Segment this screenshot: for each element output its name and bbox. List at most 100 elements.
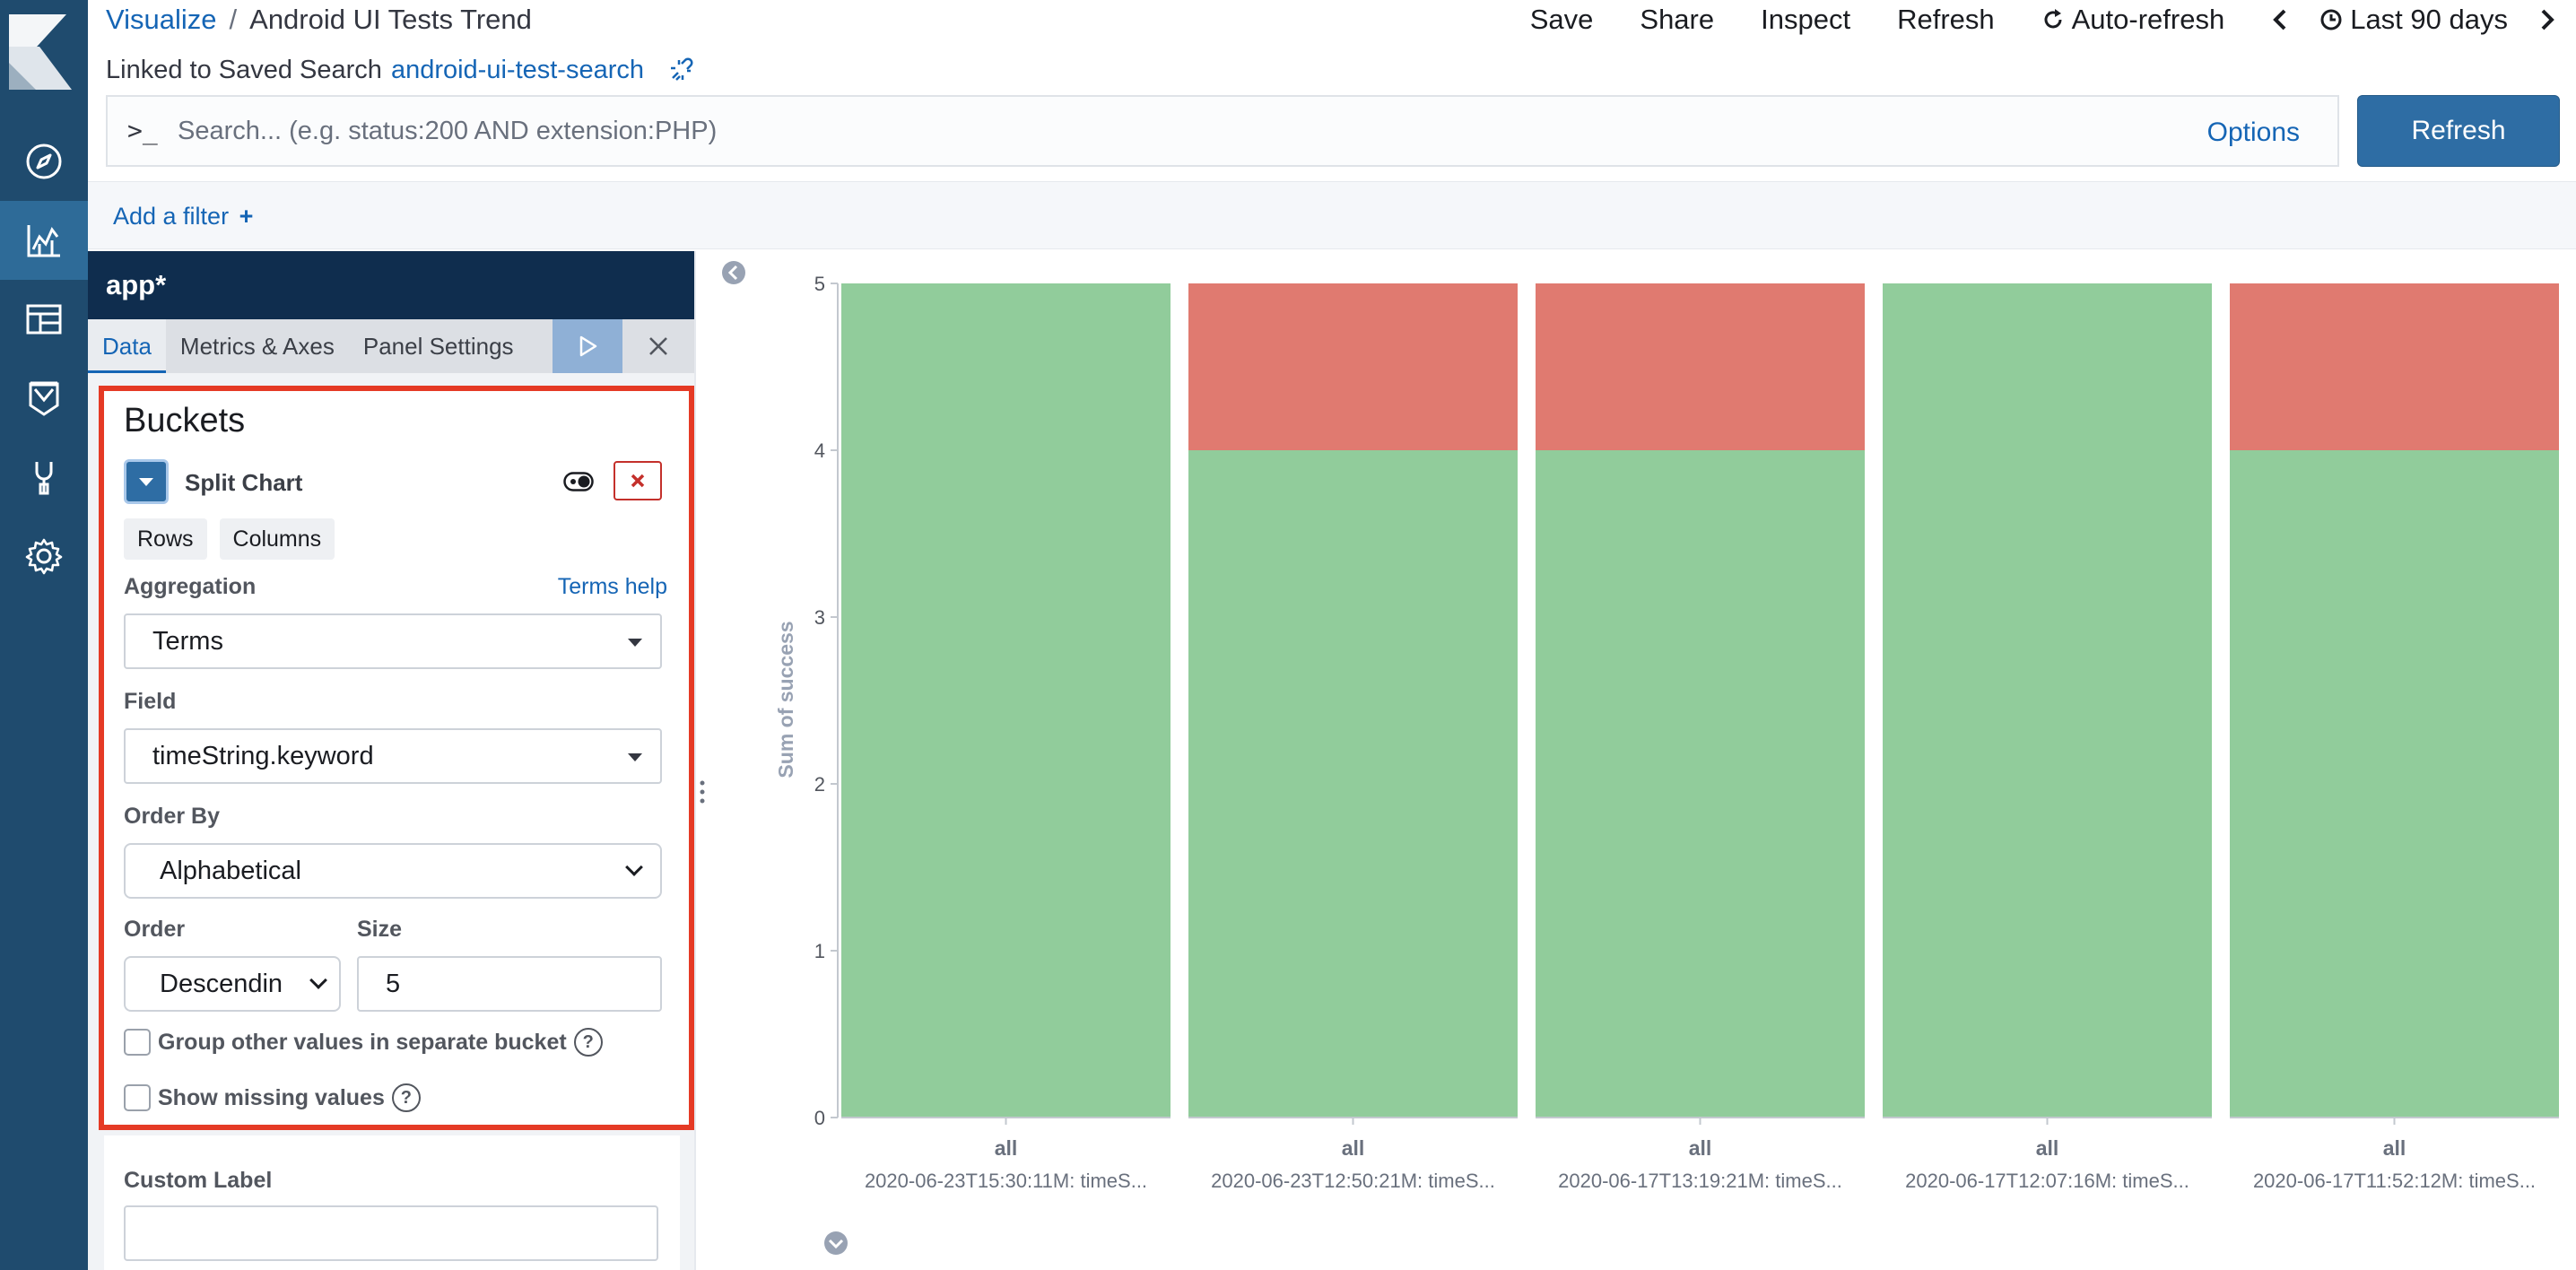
top-nav-menu: Save Share Inspect Refresh Auto-refresh …	[1484, 2, 2556, 38]
y-tick-label: 0	[814, 1107, 825, 1129]
discard-changes-button[interactable]	[622, 319, 694, 373]
legend-toggle-icon[interactable]	[824, 1231, 848, 1255]
chevron-left-icon	[2273, 9, 2286, 30]
saved-search-link[interactable]: android-ui-test-search	[391, 52, 644, 88]
y-axis: 0 1 2 3 4 5	[814, 273, 839, 1129]
panel-title-label: 2020-06-17T13:19:21M: timeS...	[1558, 1170, 1842, 1192]
remove-x-icon	[631, 474, 645, 488]
x-tick-label: all	[2036, 1136, 2059, 1160]
visualize-icon[interactable]	[0, 201, 88, 280]
toggle-enable-icon[interactable]	[563, 468, 594, 495]
columns-chip[interactable]: Columns	[219, 518, 335, 560]
inspect-button[interactable]: Inspect	[1761, 2, 1850, 38]
size-value: 5	[386, 970, 401, 998]
breadcrumb: Visualize / Android UI Tests Trend	[106, 2, 532, 38]
auto-refresh-label: Auto-refresh	[2071, 4, 2225, 35]
bar-segment-success[interactable]	[841, 283, 1171, 1118]
time-back-button[interactable]	[2271, 8, 2289, 31]
bar-segment-success[interactable]	[1883, 283, 2212, 1118]
caret-down-icon	[628, 639, 642, 647]
help-question-icon[interactable]: ?	[573, 1028, 603, 1057]
bar-segment-failure[interactable]	[2230, 283, 2559, 450]
order-by-value: Alphabetical	[160, 857, 301, 885]
help-question-icon[interactable]: ?	[391, 1083, 421, 1112]
size-input[interactable]: 5	[357, 956, 662, 1012]
canvas-icon[interactable]	[0, 359, 88, 438]
order-value: Descendin	[160, 970, 283, 998]
y-tick-label: 2	[814, 773, 825, 796]
chevron-down-icon	[625, 858, 643, 876]
bar-segment-failure[interactable]	[1188, 283, 1518, 450]
add-filter-label: Add a filter	[113, 203, 230, 230]
discover-compass-icon[interactable]	[0, 122, 88, 201]
time-range-label: Last 90 days	[2350, 4, 2508, 35]
time-picker-button[interactable]: Last 90 days	[2319, 2, 2508, 38]
custom-label-section: Custom Label	[104, 1135, 680, 1270]
order-by-label: Order By	[124, 804, 220, 829]
save-button[interactable]: Save	[1530, 2, 1594, 38]
dev-tools-icon[interactable]	[0, 438, 88, 517]
bar-segment-success[interactable]	[1188, 450, 1518, 1118]
agg-name: Split Chart	[185, 469, 303, 496]
show-missing-checkbox[interactable]	[124, 1084, 151, 1111]
caret-down-icon	[139, 477, 153, 486]
field-label: Field	[124, 689, 177, 714]
group-other-checkbox[interactable]	[124, 1029, 151, 1056]
bar-segment-success[interactable]	[2230, 450, 2559, 1118]
chevron-down-icon	[309, 971, 327, 989]
breadcrumb-separator: /	[229, 4, 238, 35]
remove-agg-button[interactable]	[614, 461, 662, 500]
order-select[interactable]: Descendin	[124, 956, 341, 1012]
linked-search-prefix: Linked to Saved Search	[106, 56, 382, 84]
field-value: timeString.keyword	[152, 742, 374, 770]
x-tick-label: all	[1689, 1136, 1712, 1160]
aggregation-select[interactable]: Terms	[124, 613, 662, 669]
query-prompt-icon: >_	[127, 116, 158, 145]
query-options-link[interactable]: Options	[2207, 97, 2300, 165]
search-input[interactable]	[178, 97, 2025, 165]
tab-metrics-axes[interactable]: Metrics & Axes	[166, 319, 349, 373]
kibana-logo-icon[interactable]	[0, 0, 88, 93]
panel-title-label: 2020-06-17T12:07:16M: timeS...	[1905, 1170, 2189, 1192]
collapse-toggle-button[interactable]	[124, 459, 169, 504]
management-gear-icon[interactable]	[0, 517, 88, 596]
breadcrumb-visualize-link[interactable]: Visualize	[106, 2, 217, 38]
bar-segment-failure[interactable]	[1536, 283, 1865, 450]
filter-bar: Add a filter +	[88, 181, 2576, 249]
y-tick-label: 3	[814, 606, 825, 629]
add-filter-button[interactable]: Add a filter +	[113, 182, 253, 250]
field-select[interactable]: timeString.keyword	[124, 728, 662, 784]
custom-label-label: Custom Label	[124, 1168, 273, 1193]
chart-panels: all 2020-06-23T15:30:11M: timeS... all 2020…	[841, 283, 2559, 1192]
refresh-button[interactable]: Refresh	[2357, 95, 2560, 167]
auto-refresh-button[interactable]: Auto-refresh	[2041, 2, 2225, 38]
panel-title-label: 2020-06-23T15:30:11M: timeS...	[865, 1170, 1147, 1192]
chart-panel: all 2020-06-17T12:07:16M: timeS...	[1883, 283, 2212, 1192]
apply-changes-button[interactable]	[553, 319, 622, 373]
custom-label-input[interactable]	[124, 1205, 658, 1261]
tab-data[interactable]: Data	[88, 319, 166, 373]
rows-chip[interactable]: Rows	[124, 518, 207, 560]
dashboard-icon[interactable]	[0, 280, 88, 359]
chart-panel: all 2020-06-17T11:52:12M: timeS...	[2230, 283, 2559, 1192]
y-axis-label: Sum of success	[774, 621, 797, 778]
play-icon	[579, 335, 597, 357]
refresh-menu-button[interactable]: Refresh	[1897, 2, 1995, 38]
chart-panel: all 2020-06-17T13:19:21M: timeS...	[1536, 283, 1865, 1192]
unlink-icon[interactable]	[667, 57, 694, 83]
terms-help-link[interactable]: Terms help	[558, 574, 667, 600]
collapse-sidebar-icon[interactable]	[722, 261, 745, 284]
order-by-select[interactable]: Alphabetical	[124, 843, 662, 899]
time-forward-button[interactable]	[2538, 8, 2556, 31]
x-tick-label: all	[2383, 1136, 2406, 1160]
chevron-right-icon	[2541, 9, 2554, 30]
y-tick-label: 1	[814, 940, 825, 962]
linked-search-info: Linked to Saved Search android-ui-test-s…	[106, 52, 694, 88]
refresh-icon	[2044, 9, 2062, 29]
query-bar: >_ Options	[106, 95, 2339, 167]
index-pattern-title: app*	[88, 251, 694, 319]
size-label: Size	[357, 917, 403, 942]
share-button[interactable]: Share	[1640, 2, 1714, 38]
bar-segment-success[interactable]	[1536, 450, 1865, 1118]
tab-panel-settings[interactable]: Panel Settings	[349, 319, 528, 373]
